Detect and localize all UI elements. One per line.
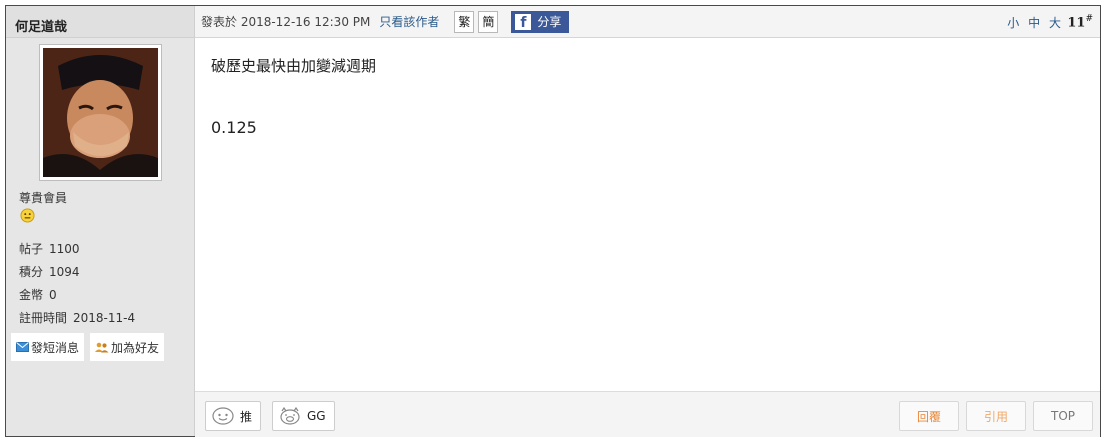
send-message-label: 發短消息: [31, 340, 80, 355]
facebook-icon: f: [515, 13, 532, 30]
gg-button[interactable]: GG: [272, 401, 335, 431]
user-rank: 尊貴會員: [19, 191, 68, 205]
font-size-switcher: 小 中 大: [1004, 14, 1062, 31]
stat-label: 金幣: [19, 288, 44, 302]
post-line: 破歷史最快由加變減週期: [211, 57, 377, 75]
facebook-share-button[interactable]: f 分享: [511, 10, 570, 33]
stat-value[interactable]: 1100: [49, 242, 80, 256]
envelope-icon: [16, 342, 29, 352]
send-message-button[interactable]: 發短消息: [11, 333, 85, 361]
pig-icon: [280, 407, 300, 425]
push-button[interactable]: 推: [205, 401, 262, 431]
post-footer: 推 GG 回覆 引用 TOP: [195, 391, 1100, 437]
add-friend-button[interactable]: 加為好友: [90, 333, 165, 361]
stat-value: 2018-11-4: [73, 311, 136, 325]
stat-value: 0: [49, 288, 57, 302]
stat-label: 積分: [19, 265, 44, 279]
floor-suffix: #: [1085, 14, 1093, 24]
stat-register-date: 註冊時間 2018-11-4: [19, 307, 135, 330]
stat-label: 帖子: [19, 242, 44, 256]
author-sidebar: 何足道哉 尊貴會員 帖子 1100 積分 1094 金幣 0 註冊時間 2018…: [6, 6, 195, 436]
floor-value: 11: [1067, 15, 1086, 31]
post-header: 發表於 2018-12-16 12:30 PM 只看該作者 繁 簡 f 分享 小…: [195, 6, 1100, 38]
post-content: 破歷史最快由加變減週期 0.125: [211, 56, 376, 138]
author-only-link[interactable]: 只看該作者: [379, 13, 439, 30]
post-timestamp: 發表於 2018-12-16 12:30 PM: [201, 15, 371, 29]
quote-button[interactable]: 引用: [966, 401, 1026, 431]
post-line: 0.125: [211, 118, 257, 137]
post-container: 何足道哉 尊貴會員 帖子 1100 積分 1094 金幣 0 註冊時間 2018…: [5, 5, 1101, 437]
stat-label: 註冊時間: [19, 311, 68, 325]
traditional-chinese-button[interactable]: 繁: [454, 10, 475, 33]
font-size-medium[interactable]: 中: [1028, 16, 1041, 30]
author-name[interactable]: 何足道哉: [6, 6, 194, 38]
smiley-icon: [20, 208, 35, 223]
post-main: 發表於 2018-12-16 12:30 PM 只看該作者 繁 簡 f 分享 小…: [195, 6, 1100, 437]
gg-label: GG: [307, 409, 326, 423]
reply-button[interactable]: 回覆: [899, 401, 959, 431]
font-size-large[interactable]: 大: [1049, 16, 1062, 30]
stat-points: 積分 1094: [19, 261, 135, 284]
face-icon: [212, 407, 234, 425]
top-button[interactable]: TOP: [1033, 401, 1093, 431]
simplified-chinese-button[interactable]: 簡: [478, 10, 499, 33]
stat-posts: 帖子 1100: [19, 238, 135, 261]
avatar[interactable]: [39, 44, 162, 181]
push-label: 推: [240, 409, 253, 424]
share-label: 分享: [537, 15, 562, 29]
font-size-small[interactable]: 小: [1007, 16, 1020, 30]
author-stats: 帖子 1100 積分 1094 金幣 0 註冊時間 2018-11-4: [19, 238, 135, 330]
floor-number[interactable]: 11#: [1067, 14, 1093, 30]
author-actions: 發短消息 加為好友: [11, 333, 165, 361]
stat-coins: 金幣 0: [19, 284, 135, 307]
avatar-image: [43, 48, 158, 177]
add-friend-label: 加為好友: [111, 340, 160, 355]
friends-icon: [95, 342, 109, 352]
stat-value: 1094: [49, 265, 80, 279]
